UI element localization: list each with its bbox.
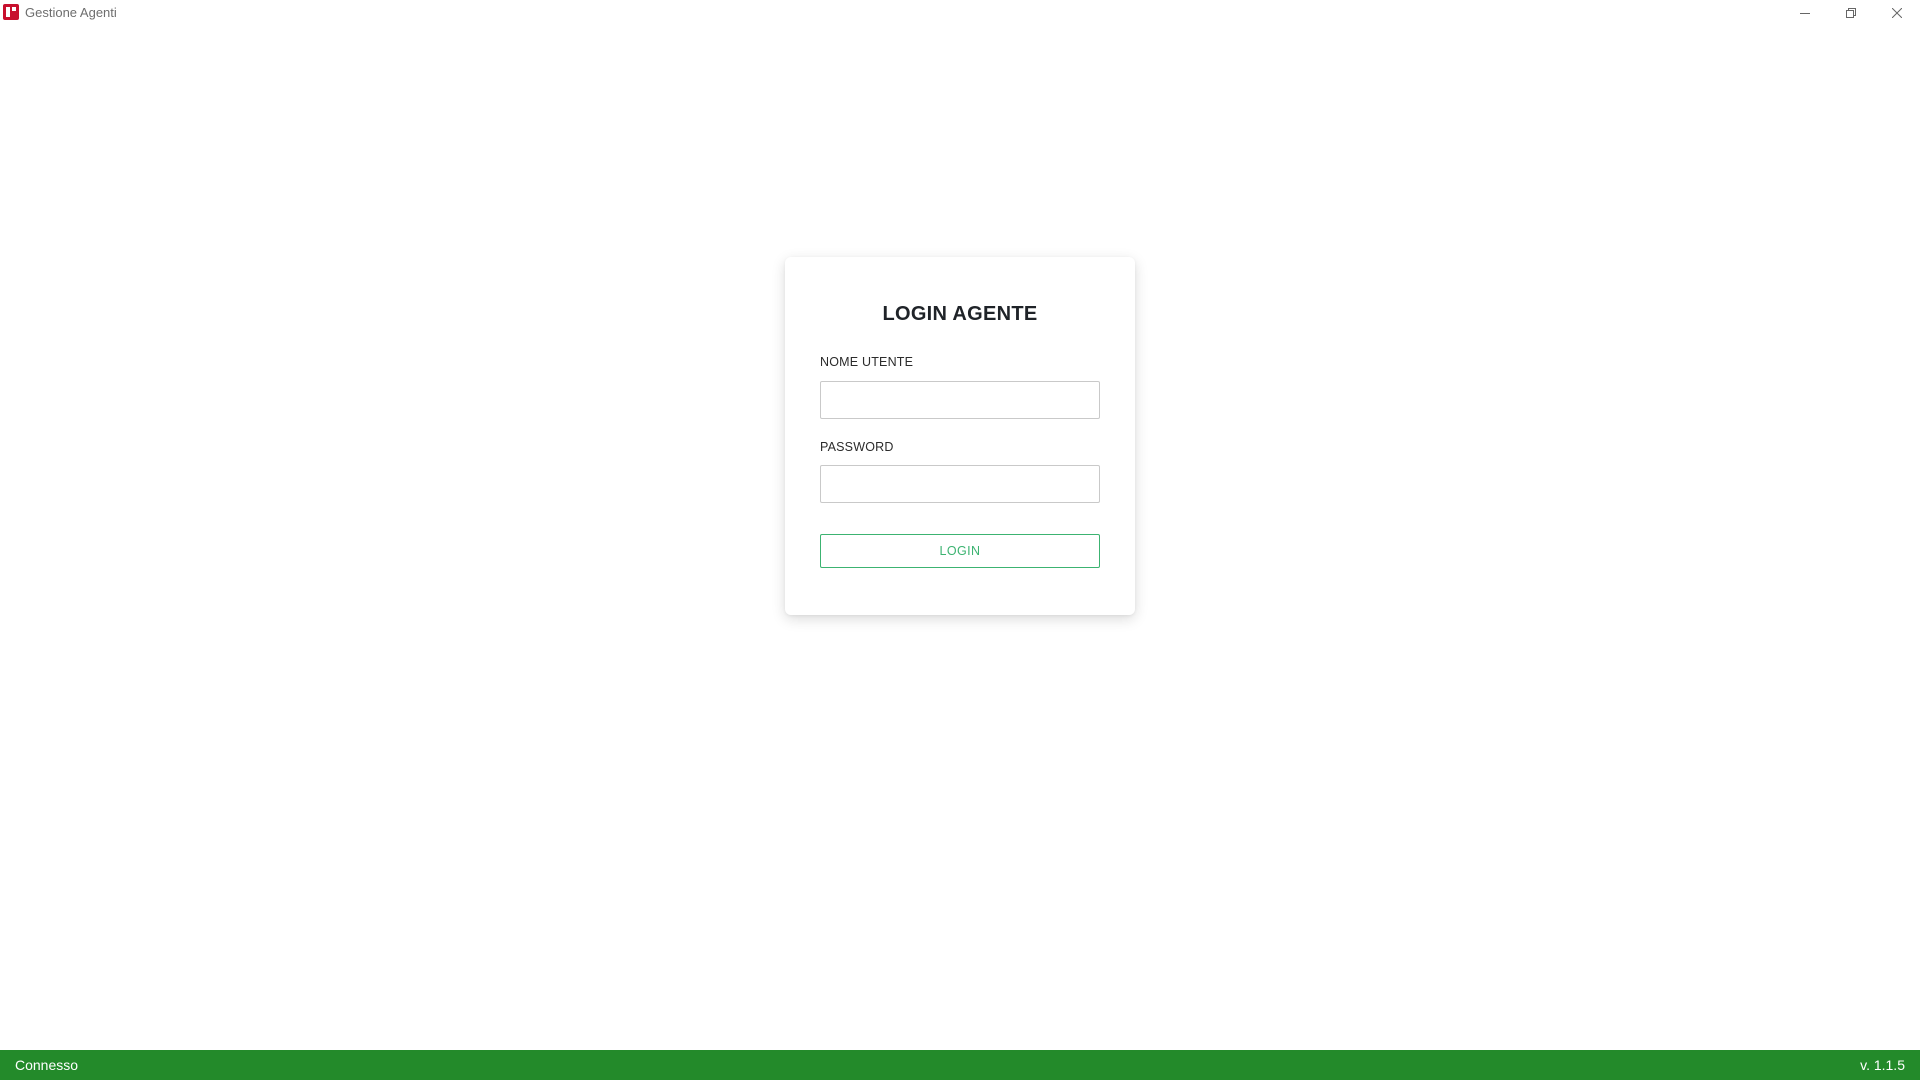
app-logo-icon <box>3 4 19 20</box>
app-version: v. 1.1.5 <box>1860 1057 1905 1073</box>
username-label: NOME UTENTE <box>820 355 914 369</box>
app-window: Gestione Agenti LOGIN AGENTE NOME UTENTE… <box>0 0 1920 1080</box>
close-icon <box>1892 8 1902 18</box>
restore-button[interactable] <box>1828 0 1874 26</box>
login-title: LOGIN AGENTE <box>882 303 1038 325</box>
connection-status: Connesso <box>15 1057 79 1073</box>
window-controls <box>1782 0 1920 26</box>
password-input[interactable] <box>820 465 1100 503</box>
minimize-button[interactable] <box>1782 0 1828 26</box>
window-title: Gestione Agenti <box>25 4 117 20</box>
login-button[interactable]: LOGIN <box>820 534 1100 568</box>
minimize-icon <box>1800 13 1810 14</box>
title-bar[interactable]: Gestione Agenti <box>0 0 1920 26</box>
password-label: PASSWORD <box>820 440 894 454</box>
close-button[interactable] <box>1874 0 1920 26</box>
username-input[interactable] <box>820 381 1100 419</box>
status-bar: Connesso v. 1.1.5 <box>0 1050 1920 1080</box>
login-card: LOGIN AGENTE NOME UTENTE PASSWORD LOGIN <box>785 257 1135 615</box>
restore-icon <box>1846 8 1856 18</box>
